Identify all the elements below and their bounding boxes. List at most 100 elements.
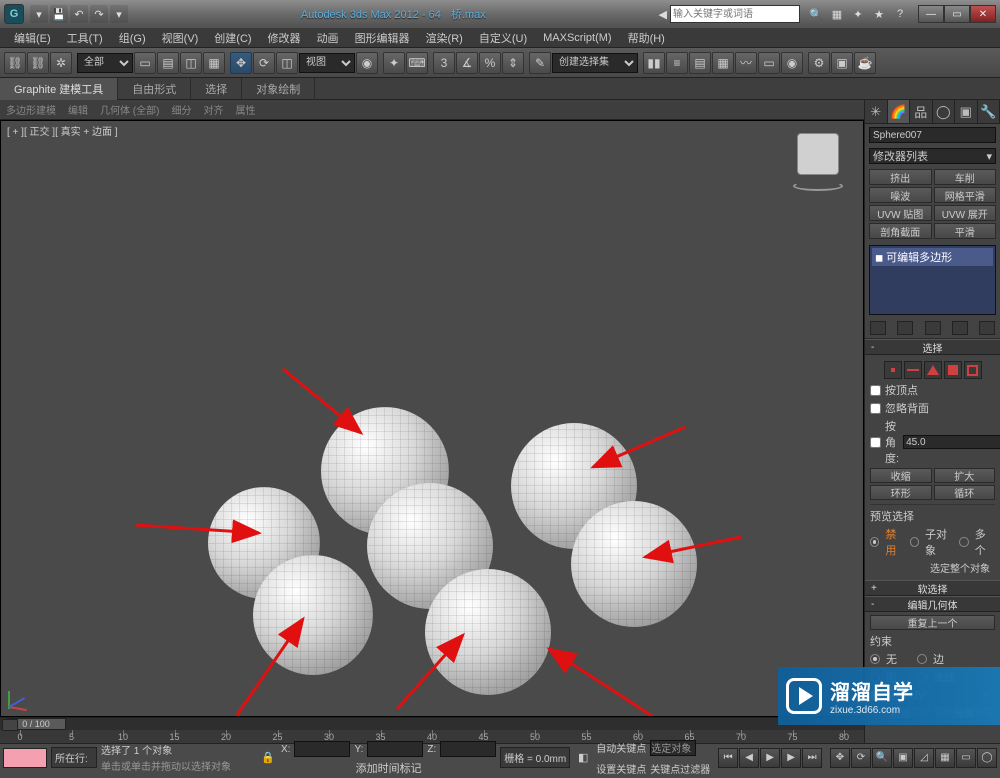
ribbon-tab-selection[interactable]: 选择 — [191, 78, 242, 100]
constraint-edge-radio[interactable] — [917, 654, 927, 664]
play-icon[interactable]: ▶ — [760, 748, 780, 768]
subobj-polygon[interactable] — [944, 361, 962, 379]
keyfilter-button[interactable]: 关键点过滤器 — [650, 761, 710, 776]
ribbon-group-align[interactable]: 对齐 — [203, 102, 223, 117]
menu-edit[interactable]: 编辑(E) — [6, 28, 59, 48]
exchange-icon[interactable]: ✦ — [848, 5, 868, 23]
render-frame-icon[interactable]: ▣ — [831, 52, 853, 74]
rollout-softselection-header[interactable]: 软选择 — [865, 580, 1000, 596]
layers-icon[interactable]: ▤ — [689, 52, 711, 74]
subobj-element[interactable] — [964, 361, 982, 379]
preview-sub-radio[interactable] — [910, 537, 919, 547]
align-icon[interactable]: ≡ — [666, 52, 688, 74]
sphere-object[interactable] — [253, 555, 373, 675]
configure-icon[interactable] — [979, 321, 995, 335]
fov-icon[interactable]: ◿ — [914, 748, 934, 768]
subobj-vertex[interactable] — [884, 361, 902, 379]
ribbon-group-geo[interactable]: 几何体 (全部) — [100, 102, 159, 117]
sphere-object[interactable] — [425, 569, 551, 695]
manipulate-icon[interactable]: ✦ — [383, 52, 405, 74]
object-name-input[interactable] — [869, 127, 996, 143]
favorite-icon[interactable]: ★ — [869, 5, 889, 23]
rollout-editgeo-header[interactable]: 编辑几何体 — [865, 596, 1000, 612]
preview-off-radio[interactable] — [870, 537, 879, 547]
zoom-icon[interactable]: 🔍 — [872, 748, 892, 768]
ignore-backface-checkbox[interactable] — [870, 403, 881, 414]
keyboard-icon[interactable]: ⌨ — [406, 52, 428, 74]
mod-lathe[interactable]: 车削 — [934, 169, 997, 185]
by-angle-checkbox[interactable] — [870, 437, 881, 448]
preview-multi-radio[interactable] — [959, 537, 968, 547]
pivot-icon[interactable]: ◉ — [356, 52, 378, 74]
qat-save-icon[interactable]: 💾 — [50, 5, 68, 23]
qat-more-icon[interactable]: ▾ — [110, 5, 128, 23]
menu-views[interactable]: 视图(V) — [154, 28, 207, 48]
max-viewport-icon[interactable]: ▭ — [956, 748, 976, 768]
constraint-none-radio[interactable] — [870, 654, 880, 664]
qat-redo-icon[interactable]: ↷ — [90, 5, 108, 23]
menu-tools[interactable]: 工具(T) — [59, 28, 111, 48]
minimize-button[interactable]: — — [918, 5, 944, 23]
infocenter-arrow-icon[interactable]: ◀ — [659, 8, 667, 21]
modifier-stack[interactable]: ◼ 可编辑多边形 — [869, 245, 996, 315]
zoom-all-icon[interactable]: ▦ — [935, 748, 955, 768]
zoom-extents-icon[interactable]: ▣ — [893, 748, 913, 768]
maximize-button[interactable]: ▭ — [944, 5, 970, 23]
next-frame-icon[interactable]: ▶ — [781, 748, 801, 768]
app-logo[interactable]: G — [4, 4, 24, 24]
mod-bevelprofile[interactable]: 剖角截面 — [869, 223, 932, 239]
rotate-icon[interactable]: ⟳ — [253, 52, 275, 74]
time-slider[interactable]: 0 / 100 — [0, 718, 864, 730]
percent-snap-icon[interactable]: % — [479, 52, 501, 74]
sphere-object[interactable] — [571, 501, 697, 627]
menu-customize[interactable]: 自定义(U) — [471, 28, 535, 48]
named-sel-edit-icon[interactable]: ✎ — [529, 52, 551, 74]
rollout-selection-header[interactable]: 选择 — [865, 339, 1000, 355]
ribbon-tab-freeform[interactable]: 自由形式 — [118, 78, 191, 100]
ribbon-group-subdiv[interactable]: 细分 — [171, 102, 191, 117]
menu-modifiers[interactable]: 修改器 — [260, 28, 309, 48]
prev-frame-icon[interactable]: ◀ — [739, 748, 759, 768]
goto-start-icon[interactable]: ⏮ — [718, 748, 738, 768]
mirror-icon[interactable]: ▮▮ — [643, 52, 665, 74]
viewport-label[interactable]: [ + ][ 正交 ][ 真实 + 边面 ] — [7, 123, 118, 138]
subobj-edge[interactable] — [904, 361, 922, 379]
schematic-icon[interactable]: ▭ — [758, 52, 780, 74]
menu-create[interactable]: 创建(C) — [206, 28, 259, 48]
y-coord-input[interactable] — [367, 741, 423, 757]
lock-icon[interactable]: 🔒 — [259, 751, 277, 764]
script-listener-mini[interactable] — [3, 748, 47, 768]
make-unique-icon[interactable] — [925, 321, 941, 335]
by-vertex-checkbox[interactable] — [870, 385, 881, 396]
close-button[interactable]: ✕ — [970, 5, 996, 23]
ref-coord-system[interactable]: 视图 — [299, 53, 355, 73]
spinner-snap-icon[interactable]: ⇕ — [502, 52, 524, 74]
select-region-icon[interactable]: ◫ — [180, 52, 202, 74]
snap-icon[interactable]: 3 — [433, 52, 455, 74]
qat-open-icon[interactable]: ▾ — [30, 5, 48, 23]
ribbon-group-edit[interactable]: 编辑 — [68, 102, 88, 117]
menu-rendering[interactable]: 渲染(R) — [418, 28, 471, 48]
help-icon[interactable]: ? — [890, 5, 910, 23]
select-name-icon[interactable]: ▤ — [157, 52, 179, 74]
unlink-icon[interactable]: ⛓ — [27, 52, 49, 74]
mod-noise[interactable]: 噪波 — [869, 187, 932, 203]
tab-modify-icon[interactable]: 🌈 — [888, 100, 911, 123]
grow-button[interactable]: 扩大 — [934, 468, 996, 483]
ring-button[interactable]: 环形 — [870, 485, 932, 500]
menu-maxscript[interactable]: MAXScript(M) — [535, 30, 619, 46]
angle-spinner[interactable] — [903, 435, 1000, 449]
subscription-icon[interactable]: ▦ — [827, 5, 847, 23]
selection-filter[interactable]: 全部 — [77, 53, 133, 73]
qat-undo-icon[interactable]: ↶ — [70, 5, 88, 23]
tab-display-icon[interactable]: ▣ — [955, 100, 978, 123]
render-icon[interactable]: ☕ — [854, 52, 876, 74]
select-icon[interactable]: ▭ — [134, 52, 156, 74]
mod-meshsmooth[interactable]: 网格平滑 — [934, 187, 997, 203]
material-editor-icon[interactable]: ◉ — [781, 52, 803, 74]
add-time-marker[interactable]: 添加时间标记 — [356, 763, 422, 775]
link-icon[interactable]: ⛓ — [4, 52, 26, 74]
viewcube[interactable] — [791, 133, 845, 187]
x-coord-input[interactable] — [294, 741, 350, 757]
ribbon-group-poly[interactable]: 多边形建模 — [6, 102, 56, 117]
